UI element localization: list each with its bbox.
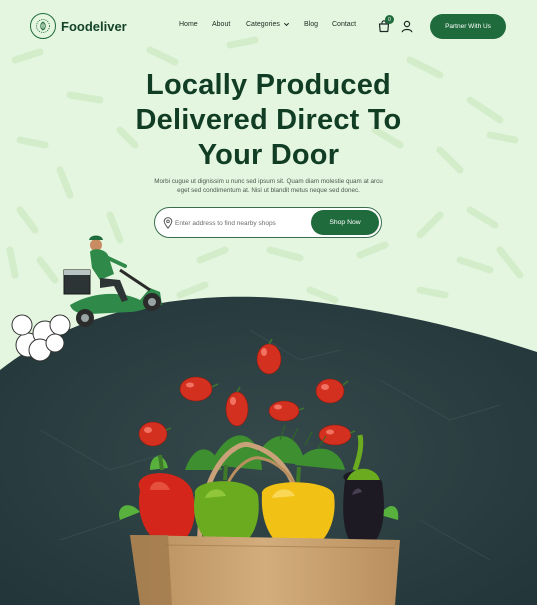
hero-illustration — [0, 235, 537, 605]
paper-bag — [130, 535, 400, 605]
